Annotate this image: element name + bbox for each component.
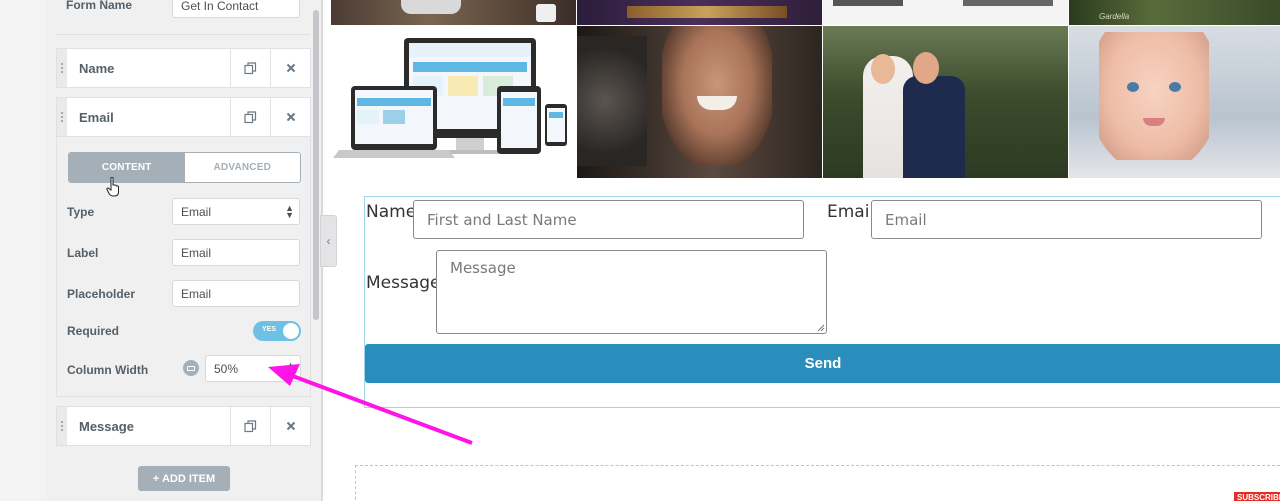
- drag-handle[interactable]: [57, 407, 67, 445]
- gallery-image-singer[interactable]: [577, 26, 822, 178]
- email-item-settings: CONTENT ADVANCED Type Email ▲ ▼ Label Ema…: [56, 137, 311, 397]
- duplicate-icon[interactable]: [230, 49, 270, 87]
- drag-handle[interactable]: [57, 49, 67, 87]
- form-name-label: Form Name: [66, 0, 133, 12]
- toggle-state-label: YES: [262, 326, 277, 333]
- repeater-item-email[interactable]: Email: [56, 97, 311, 137]
- subscribe-badge[interactable]: SUBSCRIBE: [1234, 492, 1280, 501]
- settings-tabs: CONTENT ADVANCED: [68, 152, 301, 183]
- repeater-item-title[interactable]: Name: [67, 49, 230, 87]
- placeholder-label: Placeholder: [67, 287, 136, 301]
- label-label: Label: [67, 246, 99, 260]
- select-arrows-icon: ▲ ▼: [286, 360, 295, 377]
- app-root: Form Name Get In Contact Name Email CONT…: [0, 0, 1280, 501]
- add-item-button[interactable]: + ADD ITEM: [138, 466, 230, 491]
- gallery-image-outdoor[interactable]: Gardella: [1069, 0, 1280, 25]
- panel-scrollbar[interactable]: [313, 10, 319, 320]
- repeater-item-title[interactable]: Email: [67, 98, 230, 136]
- type-label: Type: [67, 205, 95, 219]
- name-field-label: Name: [366, 202, 417, 222]
- gallery-image-laptop-desk[interactable]: [331, 0, 576, 25]
- resize-grip-icon[interactable]: [817, 324, 825, 332]
- gallery-caption: Gardella: [1099, 12, 1130, 21]
- label-input[interactable]: Email: [172, 239, 300, 266]
- repeater-item-title[interactable]: Message: [67, 407, 230, 445]
- column-width-label: Column Width: [67, 363, 149, 377]
- left-gutter: [0, 0, 47, 501]
- message-field-label: Message: [366, 273, 441, 293]
- column-width-value: 50%: [214, 362, 239, 376]
- gallery-image-wedding[interactable]: [823, 26, 1068, 178]
- close-icon[interactable]: [270, 98, 310, 136]
- email-input[interactable]: Email: [871, 200, 1262, 239]
- drag-handle[interactable]: [57, 98, 67, 136]
- tab-content[interactable]: CONTENT: [69, 153, 185, 182]
- name-input[interactable]: First and Last Name: [413, 200, 804, 239]
- tab-advanced[interactable]: ADVANCED: [184, 153, 300, 182]
- mouse-cursor-icon: [106, 177, 119, 197]
- close-icon[interactable]: [270, 407, 310, 445]
- required-toggle[interactable]: YES: [253, 321, 301, 341]
- gallery-image-stage[interactable]: [577, 0, 822, 25]
- repeater-item-message[interactable]: Message: [56, 406, 311, 446]
- gallery-image-responsive-devices[interactable]: [331, 26, 576, 178]
- toggle-knob: [283, 323, 299, 339]
- chevron-left-icon[interactable]: ‹: [320, 215, 337, 267]
- form-name-row: Form Name Get In Contact: [56, 0, 310, 32]
- repeater-item-name[interactable]: Name: [56, 48, 311, 88]
- required-label: Required: [67, 324, 120, 338]
- type-select-value: Email: [181, 205, 212, 219]
- column-width-select[interactable]: 50% ▲ ▼: [205, 355, 301, 382]
- desktop-icon[interactable]: [183, 360, 199, 376]
- type-select[interactable]: Email ▲ ▼: [172, 198, 300, 225]
- contact-form: Name First and Last Name Email Email Mes…: [364, 196, 1280, 408]
- message-placeholder: Message: [450, 259, 516, 277]
- form-name-input[interactable]: Get In Contact: [172, 0, 300, 18]
- gallery-image-devices[interactable]: [823, 0, 1068, 25]
- add-section-dropzone[interactable]: [355, 465, 1280, 501]
- close-icon[interactable]: [270, 49, 310, 87]
- duplicate-icon[interactable]: [230, 98, 270, 136]
- select-arrows-icon: ▲ ▼: [285, 203, 294, 220]
- separator: [56, 34, 310, 35]
- message-textarea[interactable]: Message: [436, 250, 827, 334]
- placeholder-input[interactable]: Email: [172, 280, 300, 307]
- gallery-image-baby[interactable]: [1069, 26, 1280, 178]
- send-button[interactable]: Send: [365, 344, 1280, 383]
- email-field-label: Email: [827, 202, 875, 222]
- duplicate-icon[interactable]: [230, 407, 270, 445]
